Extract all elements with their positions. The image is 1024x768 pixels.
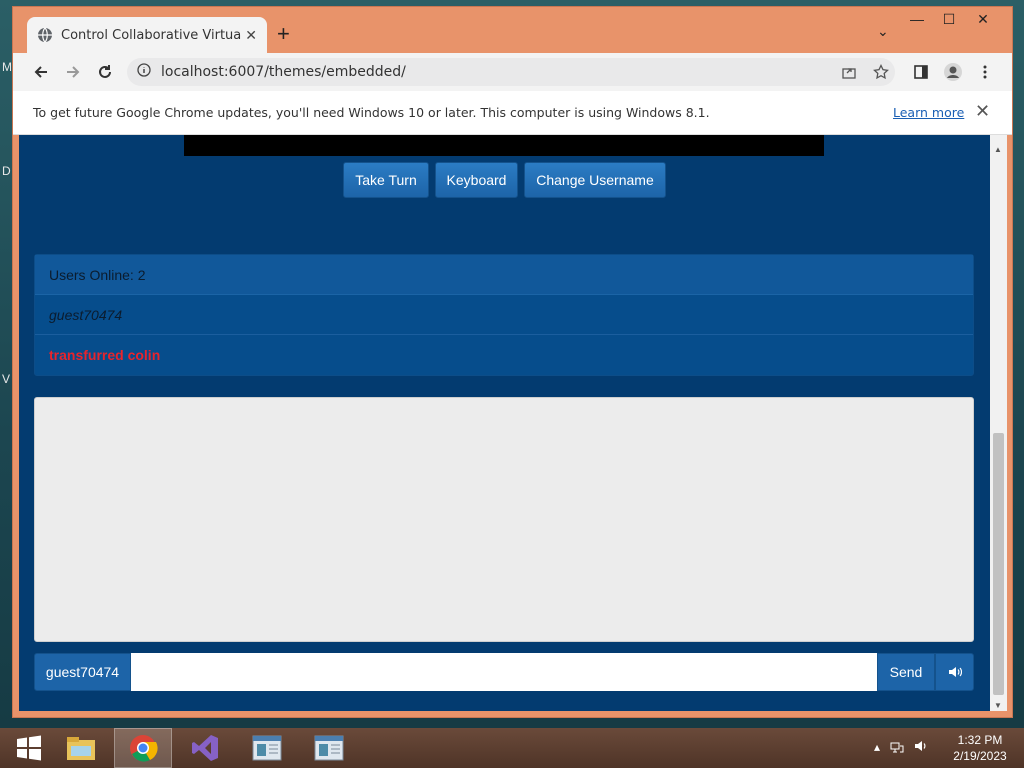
clock-time: 1:32 PM xyxy=(957,733,1003,747)
keyboard-button[interactable]: Keyboard xyxy=(435,162,518,198)
send-button[interactable]: Send xyxy=(877,653,935,691)
desktop-icon-label-2: D xyxy=(2,164,11,178)
desktop-icon-label-3: V xyxy=(2,372,11,386)
clock-date: 2/19/2023 xyxy=(953,749,1007,763)
volume-icon[interactable] xyxy=(935,653,974,691)
window-2-icon[interactable] xyxy=(300,728,358,768)
desktop-icon-label-1: M xyxy=(2,60,12,74)
chat-message-input[interactable] xyxy=(131,653,877,691)
reload-icon[interactable] xyxy=(95,62,115,82)
browser-toolbar: localhost:6007/themes/embedded/ xyxy=(13,53,1012,91)
taskbar-clock[interactable]: 1:32 PM 2/19/2023 xyxy=(945,732,1015,764)
minimize-icon[interactable]: — xyxy=(902,11,932,27)
window-1-icon[interactable] xyxy=(238,728,296,768)
volume-tray-icon[interactable] xyxy=(914,740,928,757)
visual-studio-icon[interactable] xyxy=(176,728,234,768)
address-bar[interactable]: localhost:6007/themes/embedded/ xyxy=(127,58,895,86)
url-text[interactable]: localhost:6007/themes/embedded/ xyxy=(161,64,406,80)
chat-username-label: guest70474 xyxy=(34,653,131,691)
info-icon[interactable] xyxy=(137,62,151,82)
page-content: Take Turn Keyboard Change Username Users… xyxy=(19,135,990,711)
globe-icon xyxy=(37,27,53,43)
profile-avatar-icon[interactable] xyxy=(943,62,963,82)
share-icon[interactable] xyxy=(839,62,859,82)
taskbar: ▴ 1:32 PM 2/19/2023 xyxy=(0,728,1024,768)
tab-close-icon[interactable]: ✕ xyxy=(245,27,257,44)
update-infobar: To get future Google Chrome updates, you… xyxy=(13,91,1012,135)
close-window-icon[interactable]: ✕ xyxy=(968,11,998,28)
file-explorer-icon[interactable] xyxy=(52,728,110,768)
change-username-button[interactable]: Change Username xyxy=(524,162,666,198)
network-icon[interactable] xyxy=(890,740,904,757)
new-tab-icon[interactable]: + xyxy=(277,23,290,45)
chat-input-bar: guest70474 Send xyxy=(34,653,974,691)
scrollbar-thumb[interactable] xyxy=(993,433,1004,695)
maximize-icon[interactable]: ☐ xyxy=(934,11,964,28)
scroll-up-icon[interactable]: ▲ xyxy=(994,145,1002,154)
tab-title: Control Collaborative Virtual Ma xyxy=(61,27,241,43)
chevron-down-icon[interactable]: ⌄ xyxy=(877,23,889,40)
learn-more-link[interactable]: Learn more xyxy=(893,105,964,120)
browser-tab[interactable]: Control Collaborative Virtual Ma ✕ xyxy=(27,17,267,53)
system-tray: ▴ xyxy=(874,740,928,757)
page-scrollbar[interactable]: ▲ ▼ xyxy=(990,135,1007,711)
user-list-item: transfurred colin xyxy=(49,347,161,363)
tray-expand-icon[interactable]: ▴ xyxy=(874,740,880,757)
browser-window: Control Collaborative Virtual Ma ✕ + ⌄ —… xyxy=(12,6,1013,718)
chat-log xyxy=(34,397,974,642)
users-online-panel: Users Online: 2 guest70474 transfurred c… xyxy=(34,254,974,376)
windows-start-icon[interactable] xyxy=(0,728,58,768)
take-turn-button[interactable]: Take Turn xyxy=(343,162,429,198)
scroll-down-icon[interactable]: ▼ xyxy=(994,701,1002,710)
menu-dots-icon[interactable] xyxy=(975,62,995,82)
bookmark-star-icon[interactable] xyxy=(871,62,891,82)
infobar-message: To get future Google Chrome updates, you… xyxy=(33,105,710,120)
vm-screen[interactable] xyxy=(184,135,824,156)
chrome-icon[interactable] xyxy=(114,728,172,768)
users-online-header: Users Online: 2 xyxy=(35,255,973,295)
user-list-item: guest70474 xyxy=(35,295,973,335)
side-panel-icon[interactable] xyxy=(911,62,931,82)
back-arrow-icon[interactable] xyxy=(31,62,51,82)
forward-arrow-icon[interactable] xyxy=(63,62,83,82)
browser-titlebar: Control Collaborative Virtual Ma ✕ + ⌄ —… xyxy=(13,7,1012,53)
infobar-close-icon[interactable]: ✕ xyxy=(975,101,990,122)
